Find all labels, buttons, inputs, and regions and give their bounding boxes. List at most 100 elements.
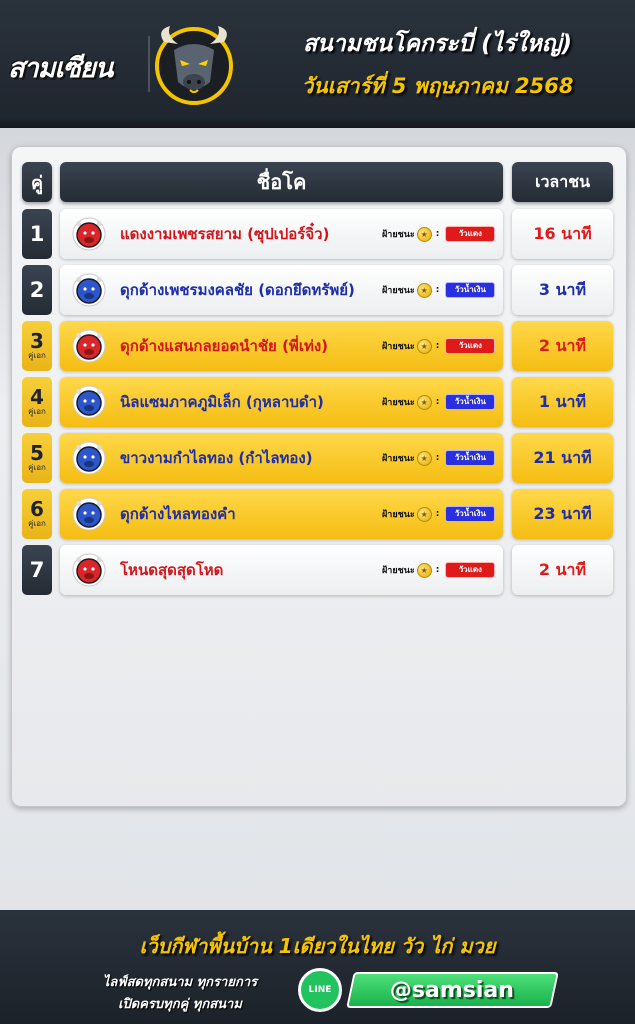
winner-label: ฝ้ายชนะ: [382, 342, 415, 352]
row-number: 1: [22, 209, 52, 259]
brand-logo[interactable]: สามเซียน: [8, 46, 142, 86]
placeholder-text: Lorem ipsum: [158, 187, 197, 194]
table-row[interactable]: แดงงามเพชรสยาม (ซุปเปอร์จิ๋ว) ฝ้ายชนะ ★ …: [60, 209, 503, 259]
winner-colon: :: [435, 341, 440, 351]
blue-bull-icon: [72, 273, 106, 307]
coin-icon: ★: [416, 282, 432, 298]
red-bull-icon: [72, 217, 106, 251]
winner-label: ฝ้ายชนะ: [382, 454, 415, 464]
bull-pair-name: แดงงามเพชรสยาม (ซุปเปอร์จิ๋ว): [120, 225, 330, 243]
coin-icon: ★: [416, 450, 432, 466]
winner-indicator: ฝ้ายชนะ ★ : วัวน้ำเงิน: [382, 506, 496, 522]
row-number-label: 3: [30, 329, 44, 353]
table-row[interactable]: ขาวงามกำไลทอง (กำไลทอง) ฝ้ายชนะ ★ : วัวน…: [60, 433, 503, 483]
fight-time-value: 16 นาที: [533, 223, 592, 243]
col-header-pair: คู่: [22, 162, 52, 202]
row-number-label: 1: [29, 222, 45, 246]
fight-time: 2 นาที: [512, 545, 613, 595]
fight-time: 1 นาที: [512, 377, 613, 427]
winner-badge: วัวแดง: [445, 338, 496, 354]
winner-indicator: ฝ้ายชนะ ★ : วัวน้ำเงิน: [382, 394, 496, 410]
winner-label: ฝ้ายชนะ: [382, 286, 415, 296]
bull-pair-name: นิลแซมภาคภูมิเล็ก (กุหลาบดำ): [120, 393, 324, 411]
winner-indicator: ฝ้ายชนะ ★ : วัวแดง: [382, 562, 496, 578]
red-bull-icon: [72, 553, 106, 587]
fight-time: 23 นาที: [512, 489, 613, 539]
table-row[interactable]: ดุกด้างแสนกลยอดนำชัย (พี่เท่ง) ฝ้ายชนะ ★…: [60, 321, 503, 371]
blue-bull-icon: [72, 497, 106, 531]
winner-indicator: ฝ้ายชนะ ★ : วัวน้ำเงิน: [382, 282, 496, 298]
row-number-label: 4: [30, 385, 44, 409]
fight-time: 2 นาที: [512, 321, 613, 371]
winner-label: ฝ้ายชนะ: [382, 566, 415, 576]
winner-label: ฝ้ายชนะ: [382, 398, 415, 408]
bull-pair-name: ดุกด้างแสนกลยอดนำชัย (พี่เท่ง): [120, 337, 329, 355]
table-row[interactable]: โหนดสุดสุดโหด ฝ้ายชนะ ★ : วัวแดง: [60, 545, 503, 595]
fight-time: 16 นาที: [512, 209, 613, 259]
winner-badge: วัวน้ำเงิน: [445, 506, 496, 522]
winner-badge: วัวน้ำเงิน: [445, 394, 496, 410]
coin-icon: ★: [416, 562, 432, 578]
row-number: 4 คู่เอก: [22, 377, 52, 427]
row-number-label: 7: [29, 558, 45, 582]
fight-time-value: 3 นาที: [538, 279, 587, 299]
line-id-button[interactable]: @samsian: [346, 972, 559, 1008]
fight-time-value: 21 นาที: [533, 447, 592, 467]
bull-pair-name: โหนดสุดสุดโหด: [120, 561, 224, 579]
fight-time-value: 1 นาที: [538, 391, 587, 411]
main-event-label: คู่เอก: [28, 351, 46, 360]
row-number: 7: [22, 545, 52, 595]
fight-time: 3 นาที: [512, 265, 613, 315]
col-header-time: เวลาชน: [512, 162, 613, 202]
footer-tagline: เว็บกีฬาพื้นบ้าน 1เดียวในไทย วัว ไก่ มวย: [139, 934, 496, 958]
row-number-label: 2: [29, 278, 45, 302]
winner-label: ฝ้ายชนะ: [382, 230, 415, 240]
fight-time-value: 2 นาที: [538, 335, 587, 355]
row-number-label: 5: [30, 441, 44, 465]
bull-pair-name: ดุกด้างไหลทองคำ: [120, 505, 236, 523]
stadium-title: สนามชนโคกระบี่ (ไร่ใหญ่): [302, 31, 573, 57]
row-number: 6 คู่เอก: [22, 489, 52, 539]
winner-indicator: ฝ้ายชนะ ★ : วัวแดง: [382, 226, 496, 242]
header-bar: สามเซียน สนามชนโคกระบี่ (ไร่ใหญ่) วันเสา…: [0, 0, 635, 128]
winner-badge: วัวแดง: [445, 562, 496, 578]
line-icon-label: LINE: [308, 985, 332, 995]
row-number: 3 คู่เอก: [22, 321, 52, 371]
winner-label: ฝ้ายชนะ: [382, 510, 415, 520]
row-number: 2: [22, 265, 52, 315]
winner-badge: วัวน้ำเงิน: [445, 450, 496, 466]
winner-badge: วัวแดง: [445, 226, 496, 242]
winner-colon: :: [435, 453, 440, 463]
line-app-icon[interactable]: LINE: [298, 968, 342, 1012]
footer-line-1: ไลฟ์สดทุกสนาม ทุกรายการ: [102, 975, 258, 990]
line-id-label: @samsian: [390, 977, 515, 1003]
table-row[interactable]: ดุกด้างไหลทองคำ ฝ้ายชนะ ★ : วัวน้ำเงิน: [60, 489, 503, 539]
fight-time-value: 23 นาที: [533, 503, 592, 523]
winner-colon: :: [435, 229, 440, 239]
table-row[interactable]: ดุกด้างเพชรมงคลชัย (ดอกยึดทรัพย์) ฝ้ายชน…: [60, 265, 503, 315]
winner-colon: :: [435, 565, 440, 575]
blue-bull-icon: [72, 441, 106, 475]
main-event-label: คู่เอก: [28, 519, 46, 528]
winner-badge: วัวน้ำเงิน: [445, 282, 496, 298]
bull-pair-name: ขาวงามกำไลทอง (กำไลทอง): [120, 449, 313, 467]
winner-colon: :: [435, 397, 440, 407]
coin-icon: ★: [416, 394, 432, 410]
footer-line-2: เปิดครบทุกคู่ ทุกสนาม: [118, 997, 242, 1012]
fight-time: 21 นาที: [512, 433, 613, 483]
event-date: วันเสาร์ที่ 5 พฤษภาคม 2568: [301, 74, 574, 98]
col-header-name: ชื่อโค: [60, 162, 503, 202]
blue-bull-icon: [72, 385, 106, 419]
bull-mascot-icon: [155, 26, 233, 105]
winner-colon: :: [435, 285, 440, 295]
coin-icon: ★: [416, 338, 432, 354]
table-row[interactable]: นิลแซมภาคภูมิเล็ก (กุหลาบดำ) ฝ้ายชนะ ★ :…: [60, 377, 503, 427]
bull-pair-name: ดุกด้างเพชรมงคลชัย (ดอกยึดทรัพย์): [120, 281, 355, 299]
coin-icon: ★: [416, 506, 432, 522]
main-event-label: คู่เอก: [28, 463, 46, 472]
row-number: 5 คู่เอก: [22, 433, 52, 483]
winner-colon: :: [435, 509, 440, 519]
winner-indicator: ฝ้ายชนะ ★ : วัวแดง: [382, 338, 496, 354]
main-event-label: คู่เอก: [28, 407, 46, 416]
coin-icon: ★: [416, 226, 432, 242]
